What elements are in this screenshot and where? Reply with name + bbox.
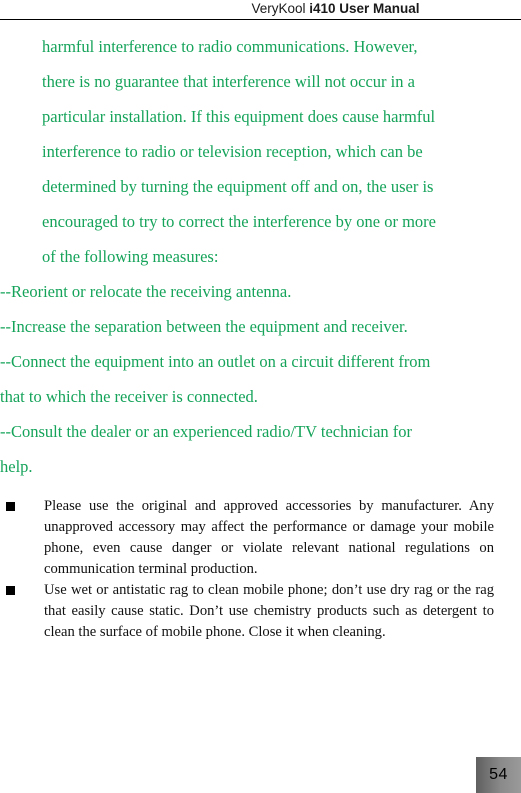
paragraph-line: particular installation. If this equipme… [42,107,436,126]
list-item: Use wet or antistatic rag to clean mobil… [0,580,521,643]
header-divider [0,19,521,20]
paragraph-line: interference to radio or television rece… [42,142,423,161]
page-number-badge: 54 [476,757,521,793]
filled-square-bullet-icon [6,502,15,511]
filled-square-bullet-icon [6,586,15,595]
paragraph-line: encouraged to try to correct the interfe… [42,212,436,231]
list-item: Please use the original and approved acc… [0,496,521,580]
page-number: 54 [489,766,508,783]
header-model: i410 User Manual [309,1,420,16]
safety-notice-list: Please use the original and approved acc… [0,496,521,643]
fcc-interference-paragraph: harmful interference to radio communicat… [0,21,521,274]
paragraph-line: of the following measures: [42,247,219,266]
measure-line: --Increase the separation between the eq… [0,317,408,336]
paragraph-line: harmful interference to radio communicat… [42,37,418,56]
paragraph-line: determined by turning the equipment off … [42,177,434,196]
page-header: VeryKool i410 User Manual [0,0,521,21]
measure-line: --Connect the equipment into an outlet o… [0,352,431,371]
corrective-measures-list: --Reorient or relocate the receiving ant… [0,274,521,484]
document-body: harmful interference to radio communicat… [0,21,521,643]
header-brand: VeryKool [251,1,306,16]
measure-line: --Consult the dealer or an experienced r… [0,422,413,441]
paragraph-line: there is no guarantee that interference … [42,72,415,91]
measure-line: that to which the receiver is connected. [0,387,258,406]
measure-line: help. [0,457,33,476]
list-item-text: Please use the original and approved acc… [44,498,494,577]
header-title: VeryKool i410 User Manual [0,1,521,17]
measure-line: --Reorient or relocate the receiving ant… [0,282,292,301]
list-item-text: Use wet or antistatic rag to clean mobil… [44,582,494,640]
